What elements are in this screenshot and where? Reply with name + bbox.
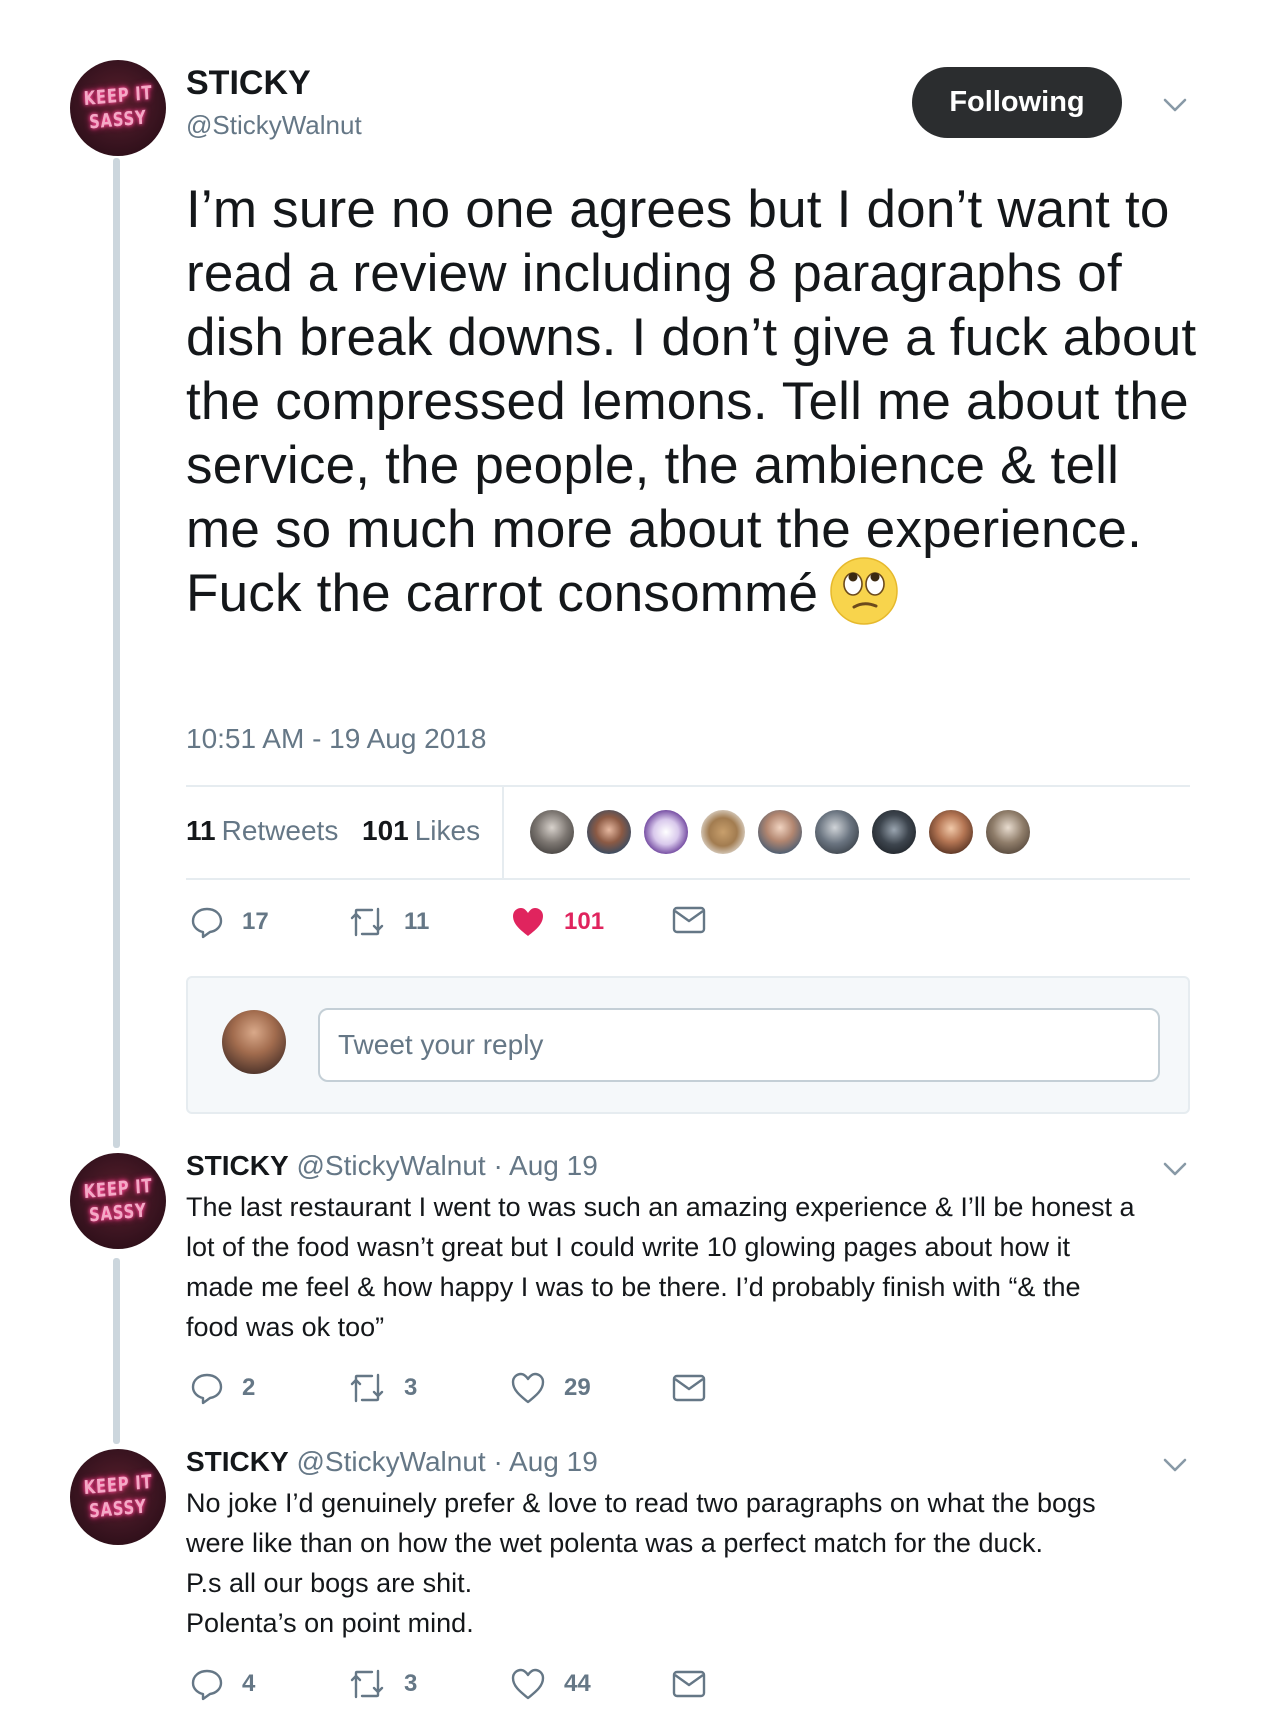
avatar[interactable]: KEEP IT SASSY — [70, 1153, 166, 1249]
reply-count: 17 — [242, 908, 269, 935]
tweet-text-body: I’m sure no one agrees but I don’t want … — [186, 180, 1197, 623]
divider — [186, 878, 1190, 880]
retweet-action[interactable]: 11 — [348, 905, 429, 939]
like-action[interactable]: 44 — [510, 1667, 591, 1701]
liker-avatar[interactable] — [585, 808, 633, 856]
avatar-text: SASSY — [88, 1199, 148, 1227]
retweet-icon — [350, 1373, 384, 1403]
like-action[interactable]: 101 — [510, 905, 604, 939]
liker-avatar[interactable] — [699, 808, 747, 856]
liker-avatar[interactable] — [927, 808, 975, 856]
reply-icon — [191, 907, 223, 939]
tweet-timestamp[interactable]: 10:51 AM - 19 Aug 2018 — [186, 723, 486, 755]
retweets-stat[interactable]: 11 Retweets — [186, 815, 338, 847]
reply-input[interactable] — [318, 1008, 1160, 1082]
likers-avatars — [528, 808, 1032, 856]
chevron-down-icon[interactable] — [1162, 1452, 1188, 1478]
user-handle[interactable]: @StickyWalnut — [296, 1150, 485, 1181]
reply-line: were like than on how the wet polenta wa… — [186, 1528, 1043, 1558]
direct-message-action[interactable] — [672, 905, 706, 935]
envelope-icon — [672, 1374, 706, 1402]
likes-count: 101 — [362, 815, 409, 846]
heart-filled-icon — [513, 908, 543, 936]
avatar[interactable]: KEEP IT SASSY — [70, 60, 166, 156]
reply-action[interactable]: 2 — [190, 1371, 255, 1405]
liker-avatar[interactable] — [528, 808, 576, 856]
avatar-text: SASSY — [88, 1495, 148, 1523]
reply-count: 2 — [242, 1374, 256, 1401]
reply-line: lot of the food wasn’t great but I could… — [186, 1232, 1071, 1262]
avatar-text: SASSY — [88, 106, 148, 134]
retweets-label: Retweets — [221, 815, 339, 846]
envelope-icon — [672, 906, 706, 934]
envelope-icon — [672, 1670, 706, 1698]
retweets-count: 11 — [186, 815, 216, 846]
liker-avatar[interactable] — [813, 808, 861, 856]
tweet-text: I’m sure no one agrees but I don’t want … — [186, 178, 1206, 631]
like-action[interactable]: 29 — [510, 1371, 591, 1405]
retweet-count: 3 — [404, 1670, 418, 1697]
like-count: 44 — [564, 1670, 591, 1697]
reply-date[interactable]: · Aug 19 — [493, 1150, 597, 1181]
reply-icon — [191, 1669, 223, 1701]
display-name[interactable]: STICKY — [186, 1150, 289, 1181]
reply-line: Polenta’s on point mind. — [186, 1608, 474, 1638]
reply-line: food was ok too” — [186, 1312, 385, 1342]
current-user-avatar[interactable] — [222, 1010, 286, 1074]
chevron-down-icon[interactable] — [1162, 92, 1188, 118]
like-count: 101 — [564, 908, 605, 935]
retweet-icon — [350, 907, 384, 937]
retweet-action[interactable]: 3 — [348, 1667, 417, 1701]
like-count: 29 — [564, 1374, 591, 1401]
liker-avatar[interactable] — [756, 808, 804, 856]
chevron-down-icon[interactable] — [1162, 1156, 1188, 1182]
retweet-count: 11 — [404, 908, 430, 935]
reply-text: No joke I’d genuinely prefer & love to r… — [186, 1483, 1196, 1643]
retweet-icon — [350, 1669, 384, 1699]
liker-avatar[interactable] — [984, 808, 1032, 856]
reply-line: made me feel & how happy I was to be the… — [186, 1272, 1081, 1302]
reply-composer — [186, 976, 1190, 1114]
reply-date[interactable]: · Aug 19 — [493, 1446, 597, 1477]
avatar[interactable]: KEEP IT SASSY — [70, 1449, 166, 1545]
divider — [186, 785, 1190, 787]
liker-avatar[interactable] — [642, 808, 690, 856]
reply-line: No joke I’d genuinely prefer & love to r… — [186, 1488, 1096, 1518]
reply-line: The last restaurant I went to was such a… — [186, 1192, 1135, 1222]
heart-outline-icon — [511, 1372, 545, 1404]
user-handle[interactable]: @StickyWalnut — [296, 1446, 485, 1477]
display-name[interactable]: STICKY — [186, 1446, 289, 1477]
reply-header: STICKY @StickyWalnut · Aug 19 — [186, 1446, 598, 1478]
retweet-action[interactable]: 3 — [348, 1371, 417, 1405]
face-with-rolling-eyes-icon — [830, 557, 898, 625]
reply-line: P.s all our bogs are shit. — [186, 1568, 473, 1598]
reply-count: 4 — [242, 1670, 256, 1697]
likes-label: Likes — [414, 815, 481, 846]
reply-text: The last restaurant I went to was such a… — [186, 1187, 1196, 1347]
reply-action[interactable]: 4 — [190, 1667, 255, 1701]
liker-avatar[interactable] — [870, 808, 918, 856]
thread-line — [113, 158, 120, 1148]
reply-header: STICKY @StickyWalnut · Aug 19 — [186, 1150, 598, 1182]
retweet-count: 3 — [404, 1374, 418, 1401]
display-name[interactable]: STICKY — [186, 64, 311, 103]
direct-message-action[interactable] — [672, 1373, 706, 1403]
thread-line — [113, 1258, 120, 1444]
likes-stat[interactable]: 101 Likes — [362, 815, 480, 847]
divider — [502, 786, 504, 880]
user-handle[interactable]: @StickyWalnut — [186, 110, 362, 141]
reply-icon — [191, 1373, 223, 1405]
reply-action[interactable]: 17 — [190, 905, 269, 939]
heart-outline-icon — [511, 1668, 545, 1700]
following-button[interactable]: Following — [912, 67, 1122, 138]
direct-message-action[interactable] — [672, 1669, 706, 1699]
